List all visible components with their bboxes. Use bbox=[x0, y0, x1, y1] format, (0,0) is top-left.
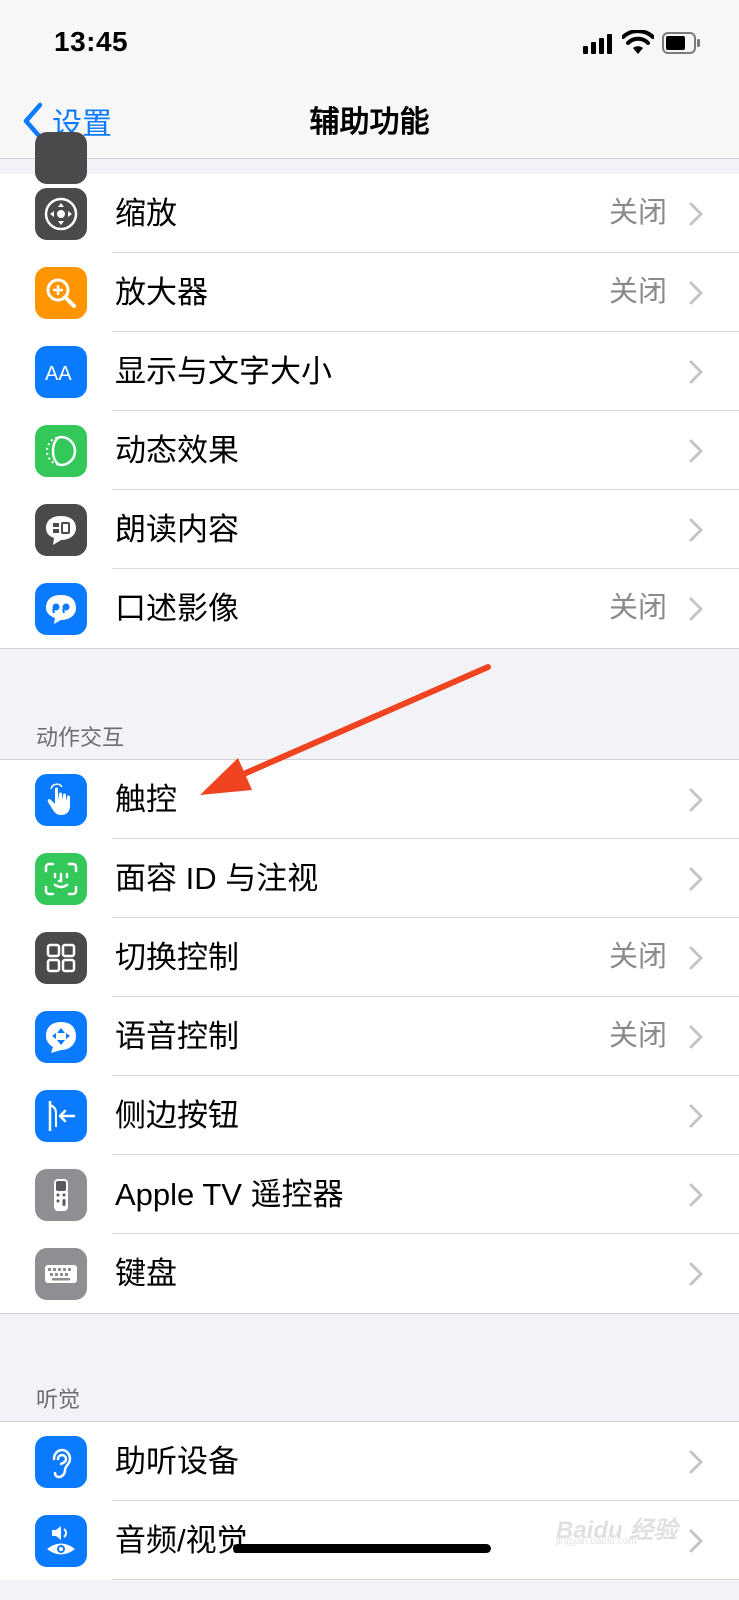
settings-row-switch-control[interactable]: 切换控制 关闭 bbox=[0, 918, 739, 997]
magnifier-icon bbox=[35, 267, 87, 319]
physical-settings-group: 触控 面容 ID 与注视 切换控制 关闭 语音控制 关闭 侧边按钮 Apple … bbox=[0, 759, 739, 1314]
settings-row-magnifier[interactable]: 放大器 关闭 bbox=[0, 253, 739, 332]
chevron-right-icon bbox=[689, 281, 703, 305]
chevron-right-icon bbox=[689, 202, 703, 226]
row-label: 侧边按钮 bbox=[115, 1098, 239, 1133]
zoom-icon bbox=[35, 188, 87, 240]
chevron-right-icon bbox=[689, 360, 703, 384]
row-label: 放大器 bbox=[115, 275, 208, 310]
audio-visual-icon bbox=[35, 1515, 87, 1567]
row-label: 助听设备 bbox=[115, 1444, 239, 1479]
settings-row-zoom[interactable]: 缩放 关闭 bbox=[0, 174, 739, 253]
chevron-right-icon bbox=[689, 1262, 703, 1286]
row-value: 关闭 bbox=[608, 197, 667, 229]
row-value: 关闭 bbox=[608, 1020, 667, 1052]
settings-row-motion[interactable]: 动态效果 bbox=[0, 411, 739, 490]
chevron-right-icon bbox=[689, 788, 703, 812]
watermark-logo: Baidu 经验 jingyan.baidu.com bbox=[556, 1496, 696, 1548]
settings-row-face-id-attention[interactable]: 面容 ID 与注视 bbox=[0, 839, 739, 918]
settings-row-voice-control[interactable]: 语音控制 关闭 bbox=[0, 997, 739, 1076]
chevron-right-icon bbox=[689, 1183, 703, 1207]
spoken-content-icon bbox=[35, 504, 87, 556]
chevron-right-icon bbox=[689, 597, 703, 621]
audio-description-icon bbox=[35, 583, 87, 635]
row-value: 关闭 bbox=[608, 592, 667, 624]
status-bar: 13:45 bbox=[0, 0, 739, 90]
chevron-right-icon bbox=[689, 1025, 703, 1049]
side-button-icon bbox=[35, 1090, 87, 1142]
status-time: 13:45 bbox=[54, 26, 129, 57]
chevron-right-icon bbox=[689, 439, 703, 463]
watermark-subtext: jingyan.baidu.com bbox=[556, 1536, 637, 1547]
face-id-icon bbox=[35, 853, 87, 905]
row-separator bbox=[112, 1579, 739, 1580]
chevron-right-icon bbox=[689, 1104, 703, 1128]
row-label: 音频/视觉 bbox=[115, 1523, 248, 1558]
wifi-icon bbox=[622, 30, 654, 54]
keyboard-icon bbox=[35, 1248, 87, 1300]
settings-row-touch[interactable]: 触控 bbox=[0, 760, 739, 839]
home-indicator[interactable] bbox=[233, 1544, 491, 1553]
settings-row-display-text-size[interactable]: AA 显示与文字大小 bbox=[0, 332, 739, 411]
navigation-bar: 设置 辅助功能 bbox=[0, 90, 739, 159]
row-label: 面容 ID 与注视 bbox=[115, 861, 319, 896]
row-value: 关闭 bbox=[608, 276, 667, 308]
cellular-signal-icon bbox=[583, 34, 612, 54]
svg-text:AA: AA bbox=[45, 363, 72, 385]
battery-icon bbox=[662, 32, 700, 54]
switch-control-icon bbox=[35, 932, 87, 984]
chevron-right-icon bbox=[689, 867, 703, 891]
row-label: 键盘 bbox=[115, 1256, 177, 1291]
text-size-icon: AA bbox=[35, 346, 87, 398]
row-label: 语音控制 bbox=[115, 1019, 239, 1054]
vision-settings-group: 缩放 关闭 放大器 关闭 AA 显示与文字大小 动态效果 朗读内容 口述影像 关… bbox=[0, 132, 739, 649]
voice-control-icon bbox=[35, 1011, 87, 1063]
settings-row-apple-tv-remote[interactable]: Apple TV 遥控器 bbox=[0, 1155, 739, 1234]
settings-row-spoken-content[interactable]: 朗读内容 bbox=[0, 490, 739, 569]
apple-tv-remote-icon bbox=[35, 1169, 87, 1221]
touch-icon bbox=[35, 774, 87, 826]
chevron-right-icon bbox=[689, 946, 703, 970]
hearing-device-icon bbox=[35, 1436, 87, 1488]
row-label: 触控 bbox=[115, 782, 177, 817]
settings-row-keyboard[interactable]: 键盘 bbox=[0, 1234, 739, 1313]
row-label: 朗读内容 bbox=[115, 512, 239, 547]
section-header-hearing: 听觉 bbox=[36, 1387, 81, 1412]
settings-row-hearing-devices[interactable]: 助听设备 bbox=[0, 1422, 739, 1501]
row-value: 关闭 bbox=[608, 941, 667, 973]
motion-icon bbox=[35, 425, 87, 477]
chevron-right-icon bbox=[689, 518, 703, 542]
chevron-right-icon bbox=[689, 1450, 703, 1474]
row-label: 口述影像 bbox=[115, 591, 239, 626]
row-label: Apple TV 遥控器 bbox=[115, 1177, 344, 1212]
settings-row-audio-description[interactable]: 口述影像 关闭 bbox=[0, 569, 739, 648]
page-title: 辅助功能 bbox=[309, 106, 430, 139]
row-label: 缩放 bbox=[115, 196, 177, 231]
row-label: 显示与文字大小 bbox=[115, 354, 332, 389]
section-header-physical: 动作交互 bbox=[36, 725, 125, 750]
row-label: 切换控制 bbox=[115, 940, 239, 975]
row-label: 动态效果 bbox=[115, 433, 239, 468]
settings-row-side-button[interactable]: 侧边按钮 bbox=[0, 1076, 739, 1155]
